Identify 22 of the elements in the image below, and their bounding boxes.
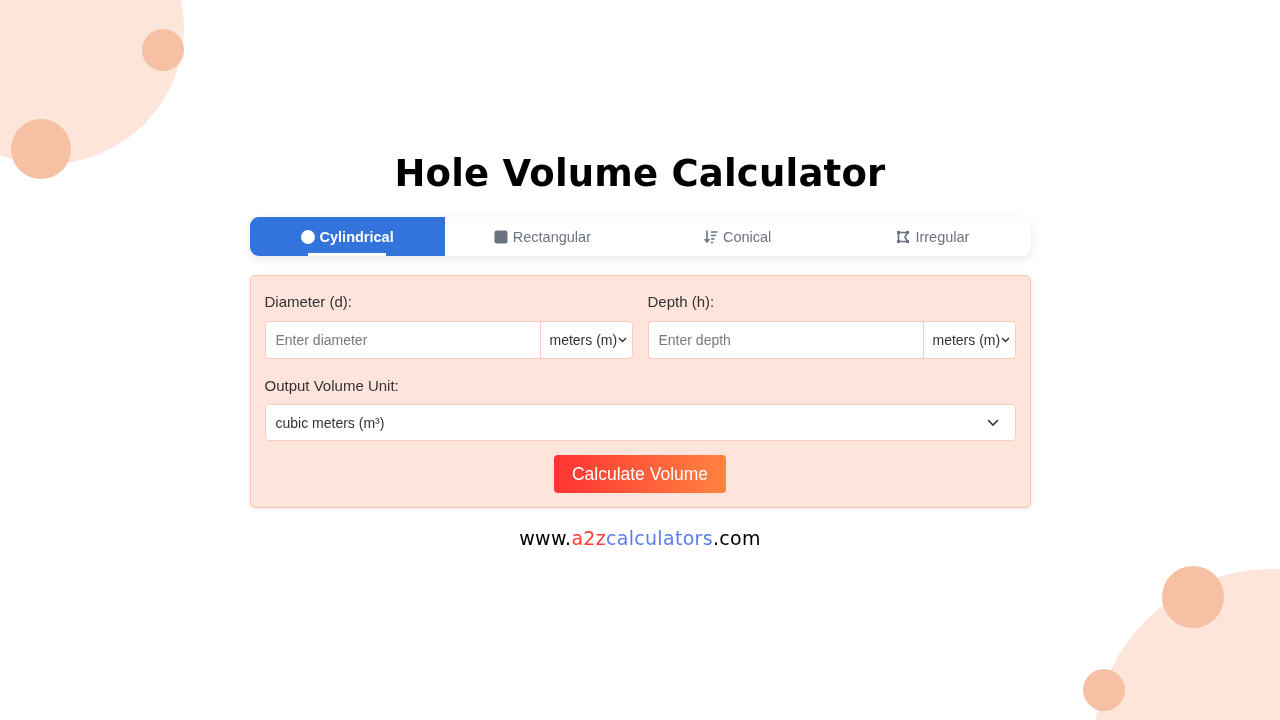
- caret-icon: [1001, 337, 1011, 343]
- field-label: Output Volume Unit:: [264, 376, 399, 396]
- field-label: Depth (h):: [647, 292, 715, 312]
- caret-icon: [618, 337, 628, 343]
- input-field[interactable]: Enter depth: [647, 321, 923, 359]
- page-title: Hole Volume Calculator: [394, 151, 886, 197]
- polygon-icon: [896, 229, 911, 244]
- shape-tab[interactable]: Cylindrical: [249, 217, 445, 256]
- shape-tab[interactable]: Irregular: [835, 217, 1031, 256]
- sort-icon: [703, 229, 718, 244]
- calculate-button[interactable]: Calculate Volume: [553, 455, 727, 493]
- unit-select[interactable]: meters (m): [922, 321, 1016, 359]
- shape-tab[interactable]: Rectangular: [444, 217, 640, 256]
- input-field[interactable]: Enter diameter: [264, 321, 540, 359]
- volume-unit-select[interactable]: cubic meters (m³): [264, 404, 1016, 441]
- website-url: www.a2zcalculators.com: [519, 526, 761, 551]
- unit-select[interactable]: meters (m): [539, 321, 633, 359]
- field-label: Diameter (d):: [264, 292, 353, 312]
- square-icon: [493, 229, 508, 244]
- shape-tab[interactable]: Conical: [640, 217, 836, 256]
- caret-icon: [986, 419, 999, 426]
- circle-icon: [300, 229, 315, 244]
